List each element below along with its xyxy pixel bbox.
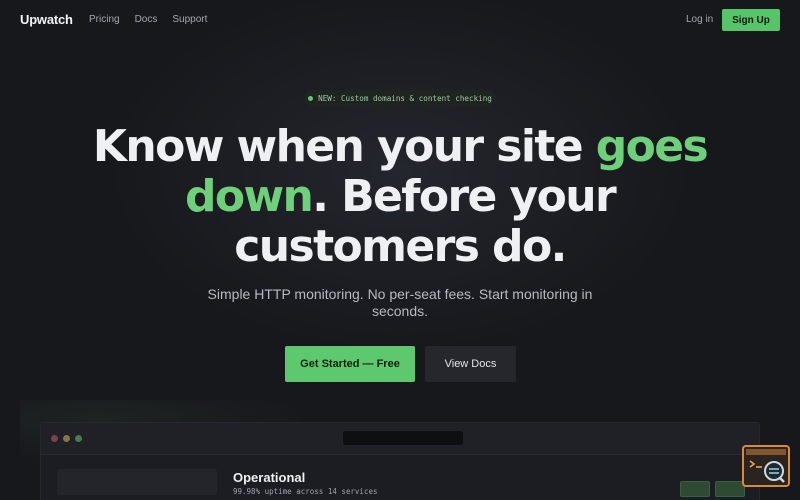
headline-line3: customers do. — [234, 221, 567, 272]
badge-text: NEW: Custom domains & content checking — [318, 94, 492, 103]
headline-line2: down. Before your — [184, 171, 617, 222]
nav-link-support[interactable]: Support — [172, 14, 207, 25]
announcement-badge[interactable]: NEW: Custom domains & content checking — [304, 90, 496, 107]
hero-subtitle: Simple HTTP monitoring. No per-seat fees… — [207, 286, 593, 319]
status-subtitle: 99.98% uptime across 14 services — [233, 487, 378, 496]
nav-link-docs[interactable]: Docs — [135, 14, 158, 25]
headline-line1: Know when your site goes — [92, 121, 709, 172]
nav-links: Pricing Docs Support — [89, 14, 222, 25]
dashboard-preview: Operational 99.98% uptime across 14 serv… — [40, 422, 760, 500]
minimize-dot-icon — [63, 435, 70, 442]
terminal-search-icon — [746, 449, 786, 483]
login-link[interactable]: Log in — [686, 14, 713, 25]
view-docs-button[interactable]: View Docs — [425, 346, 516, 382]
terminal-search-widget[interactable] — [742, 445, 790, 487]
preview-titlebar — [41, 423, 759, 455]
top-nav: Upwatch Pricing Docs Support Log in Sign… — [0, 0, 800, 40]
preview-action-button — [680, 481, 710, 497]
logo[interactable]: Upwatch — [20, 12, 73, 27]
status-dot-icon — [308, 96, 314, 101]
headline-highlight: goes — [595, 121, 709, 172]
status-title: Operational — [233, 470, 306, 485]
headline-highlight: down — [184, 171, 314, 222]
headline-text: . Before your — [312, 171, 616, 222]
preview-url-bar — [343, 431, 463, 445]
preview-sidebar-block — [57, 469, 217, 495]
nav-link-pricing[interactable]: Pricing — [89, 14, 120, 25]
headline-text: Know when your site — [92, 121, 596, 172]
signup-button[interactable]: Sign Up — [722, 9, 780, 31]
hero-headline: Know when your site goes down. Before yo… — [0, 122, 800, 272]
maximize-dot-icon — [75, 435, 82, 442]
preview-action-button — [715, 481, 745, 497]
close-dot-icon — [51, 435, 58, 442]
get-started-button[interactable]: Get Started — Free — [285, 346, 415, 382]
